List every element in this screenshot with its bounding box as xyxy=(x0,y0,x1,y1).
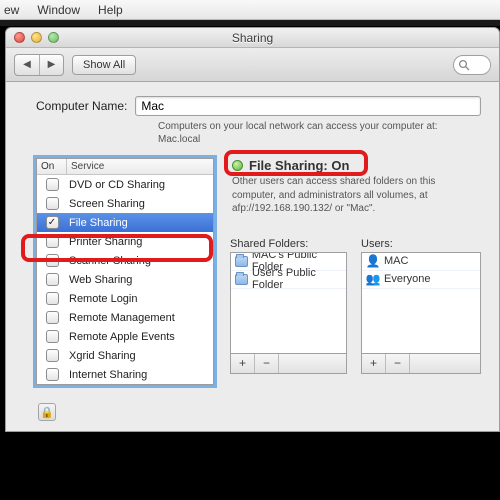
window-title: Sharing xyxy=(6,31,499,45)
service-checkbox[interactable] xyxy=(46,235,59,248)
service-label: File Sharing xyxy=(67,217,213,229)
user-icon: 👤 xyxy=(366,254,380,268)
service-label: DVD or CD Sharing xyxy=(67,179,213,191)
service-row[interactable]: Internet Sharing xyxy=(37,365,213,384)
titlebar[interactable]: Sharing xyxy=(6,28,499,48)
shared-folders-box: Shared Folders: MAC's Public FolderUser'… xyxy=(230,238,347,374)
service-checkbox[interactable] xyxy=(46,311,59,324)
status-description: Other users can access shared folders on… xyxy=(232,175,481,216)
folder-icon xyxy=(235,256,248,267)
search-input[interactable] xyxy=(470,58,490,72)
menubar-item[interactable]: Window xyxy=(37,3,80,17)
service-row[interactable]: Remote Login xyxy=(37,289,213,308)
lock-row: 🔒 xyxy=(36,403,481,421)
service-row[interactable]: DVD or CD Sharing xyxy=(37,175,213,194)
remove-user-button[interactable]: − xyxy=(386,354,410,373)
service-row[interactable]: Web Sharing xyxy=(37,270,213,289)
user-item[interactable]: 👤 MAC xyxy=(362,253,480,271)
search-icon xyxy=(458,59,470,71)
computer-name-hint: Computers on your local network can acce… xyxy=(158,120,481,146)
users-label: Users: xyxy=(361,238,481,250)
show-all-button[interactable]: Show All xyxy=(72,55,136,75)
col-service[interactable]: Service xyxy=(67,159,213,174)
service-label: Printer Sharing xyxy=(67,236,213,248)
service-label: Remote Management xyxy=(67,312,213,324)
menubar: ew Window Help xyxy=(0,0,500,20)
service-label: Remote Apple Events xyxy=(67,331,213,343)
service-row[interactable]: Scanner Sharing xyxy=(37,251,213,270)
toolbar: ◀ ▶ Show All xyxy=(6,48,499,82)
status-row: File Sharing: On xyxy=(232,158,481,173)
service-row[interactable]: ✓ File Sharing xyxy=(37,213,213,232)
shared-folder-item[interactable]: User's Public Folder xyxy=(231,271,346,289)
add-folder-button[interactable]: + xyxy=(231,354,255,373)
service-label: Screen Sharing xyxy=(67,198,213,210)
folder-icon xyxy=(235,274,248,285)
service-checkbox[interactable] xyxy=(46,178,59,191)
services-header: On Service xyxy=(37,159,213,175)
service-checkbox[interactable] xyxy=(46,292,59,305)
remove-folder-button[interactable]: − xyxy=(255,354,279,373)
service-checkbox[interactable] xyxy=(46,273,59,286)
service-checkbox[interactable] xyxy=(46,197,59,210)
service-row[interactable]: Remote Management xyxy=(37,308,213,327)
shared-folders-label: Shared Folders: xyxy=(230,238,347,250)
shared-folders-list[interactable]: MAC's Public FolderUser's Public Folder xyxy=(230,252,347,354)
content-area: Computer Name: Computers on your local n… xyxy=(6,82,499,431)
service-row[interactable]: Remote Apple Events xyxy=(37,327,213,346)
services-list[interactable]: On Service DVD or CD Sharing Screen Shari… xyxy=(36,158,214,385)
menubar-item[interactable]: Help xyxy=(98,3,123,17)
users-box: Users: 👤 MAC 👥 Everyone + − xyxy=(361,238,481,374)
service-checkbox[interactable] xyxy=(46,254,59,267)
shared-folders-toolbar: + − xyxy=(230,354,347,374)
forward-button[interactable]: ▶ xyxy=(39,55,63,75)
folder-name: User's Public Folder xyxy=(252,267,342,291)
service-label: Scanner Sharing xyxy=(67,255,213,267)
nav-back-forward: ◀ ▶ xyxy=(14,54,64,76)
back-button[interactable]: ◀ xyxy=(15,55,39,75)
computer-name-row: Computer Name: xyxy=(36,96,481,116)
prefs-window: Sharing ◀ ▶ Show All Computer Name: Comp… xyxy=(5,27,500,432)
service-checkbox[interactable]: ✓ xyxy=(46,216,59,229)
service-label: Web Sharing xyxy=(67,274,213,286)
service-checkbox[interactable] xyxy=(46,330,59,343)
status-indicator-icon xyxy=(232,160,243,171)
lock-icon: 🔒 xyxy=(40,406,54,419)
status-title: File Sharing: On xyxy=(249,158,349,173)
lock-button[interactable]: 🔒 xyxy=(38,403,56,421)
col-on[interactable]: On xyxy=(37,159,67,174)
service-checkbox[interactable] xyxy=(46,368,59,381)
computer-name-label: Computer Name: xyxy=(36,99,127,113)
service-row[interactable]: Xgrid Sharing xyxy=(37,346,213,365)
computer-name-field[interactable] xyxy=(135,96,481,116)
service-label: Internet Sharing xyxy=(67,369,213,381)
service-row[interactable]: Printer Sharing xyxy=(37,232,213,251)
user-name: Everyone xyxy=(384,273,430,285)
add-user-button[interactable]: + xyxy=(362,354,386,373)
search-field[interactable] xyxy=(453,55,491,75)
menubar-item[interactable]: ew xyxy=(4,3,19,17)
users-toolbar: + − xyxy=(361,354,481,374)
service-row[interactable]: Screen Sharing xyxy=(37,194,213,213)
group-icon: 👥 xyxy=(366,272,380,286)
detail-pane: File Sharing: On Other users can access … xyxy=(230,158,481,374)
service-label: Xgrid Sharing xyxy=(67,350,213,362)
user-item[interactable]: 👥 Everyone xyxy=(362,271,480,289)
desktop-background xyxy=(0,20,500,26)
users-list[interactable]: 👤 MAC 👥 Everyone xyxy=(361,252,481,354)
service-label: Remote Login xyxy=(67,293,213,305)
service-checkbox[interactable] xyxy=(46,349,59,362)
user-name: MAC xyxy=(384,255,408,267)
